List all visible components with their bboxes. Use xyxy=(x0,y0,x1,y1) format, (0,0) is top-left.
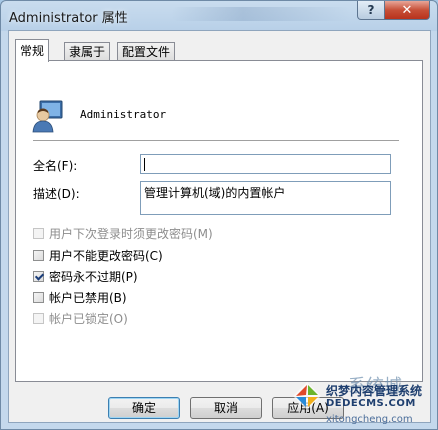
watermark-line2: DEDECMS.COM xyxy=(326,398,416,409)
header-separator xyxy=(33,140,399,142)
text-caret xyxy=(144,158,145,171)
checkbox-box[interactable] xyxy=(33,291,44,303)
checkbox-label: 帐户已禁用(B) xyxy=(49,290,127,305)
checkbox-box[interactable] xyxy=(33,249,44,261)
watermark: 系统城 织梦内容管理系统 DEDECMS.COM xitongcheng.com xyxy=(290,374,438,430)
checkbox-box[interactable] xyxy=(33,270,44,282)
watermark-line1: 织梦内容管理系统 xyxy=(326,384,423,398)
fullname-label: 全名(F): xyxy=(33,159,78,173)
checkbox-box[interactable] xyxy=(33,312,44,324)
ok-button[interactable]: 确定 xyxy=(108,397,180,419)
checkbox-label: 帐户已锁定(O) xyxy=(49,311,128,326)
checkbox-password-never-expires[interactable]: 密码永不过期(P) xyxy=(33,268,138,284)
checkbox-account-locked[interactable]: 帐户已锁定(O) xyxy=(33,310,128,326)
cancel-button[interactable]: 取消 xyxy=(190,397,262,419)
help-button[interactable]: ? xyxy=(357,1,385,20)
checkbox-box[interactable] xyxy=(33,227,44,239)
description-input[interactable]: 管理计算机(域)的内置帐户 xyxy=(140,181,391,215)
dialog-client: 常规 隶属于 配置文件 Administrator 全名(F): 描述(D): … xyxy=(8,30,431,423)
checkbox-cannot-change-password[interactable]: 用户不能更改密码(C) xyxy=(33,247,163,263)
window-title: Administrator 属性 xyxy=(9,11,128,26)
user-name: Administrator xyxy=(80,108,167,121)
tab-general[interactable]: 常规 xyxy=(15,39,50,62)
checkbox-label: 密码永不过期(P) xyxy=(49,269,138,284)
checkbox-label: 用户不能更改密码(C) xyxy=(49,248,163,263)
close-icon: ✕ xyxy=(401,2,413,18)
watermark-line3: xitongcheng.com xyxy=(326,414,413,425)
title-bar[interactable]: Administrator 属性 ? ✕ xyxy=(1,1,437,29)
checkbox-must-change-password[interactable]: 用户下次登录时须更改密码(M) xyxy=(33,225,213,241)
checkbox-label: 用户下次登录时须更改密码(M) xyxy=(49,226,213,241)
windows-logo-icon xyxy=(293,382,321,410)
checkbox-account-disabled[interactable]: 帐户已禁用(B) xyxy=(33,289,127,305)
tab-profile[interactable]: 配置文件 xyxy=(117,42,176,61)
tab-member-of[interactable]: 隶属于 xyxy=(64,42,111,61)
help-icon: ? xyxy=(367,3,375,17)
close-button[interactable]: ✕ xyxy=(384,1,430,20)
user-icon xyxy=(32,100,63,133)
dialog-window: Administrator 属性 ? ✕ 常规 隶属于 配置文件 Adminis… xyxy=(0,0,438,430)
fullname-input[interactable] xyxy=(140,154,391,174)
tab-panel-general: Administrator 全名(F): 描述(D): 管理计算机(域)的内置帐… xyxy=(15,60,423,382)
title-bar-glass xyxy=(171,7,351,21)
description-value: 管理计算机(域)的内置帐户 xyxy=(144,186,286,200)
description-label: 描述(D): xyxy=(33,187,80,201)
